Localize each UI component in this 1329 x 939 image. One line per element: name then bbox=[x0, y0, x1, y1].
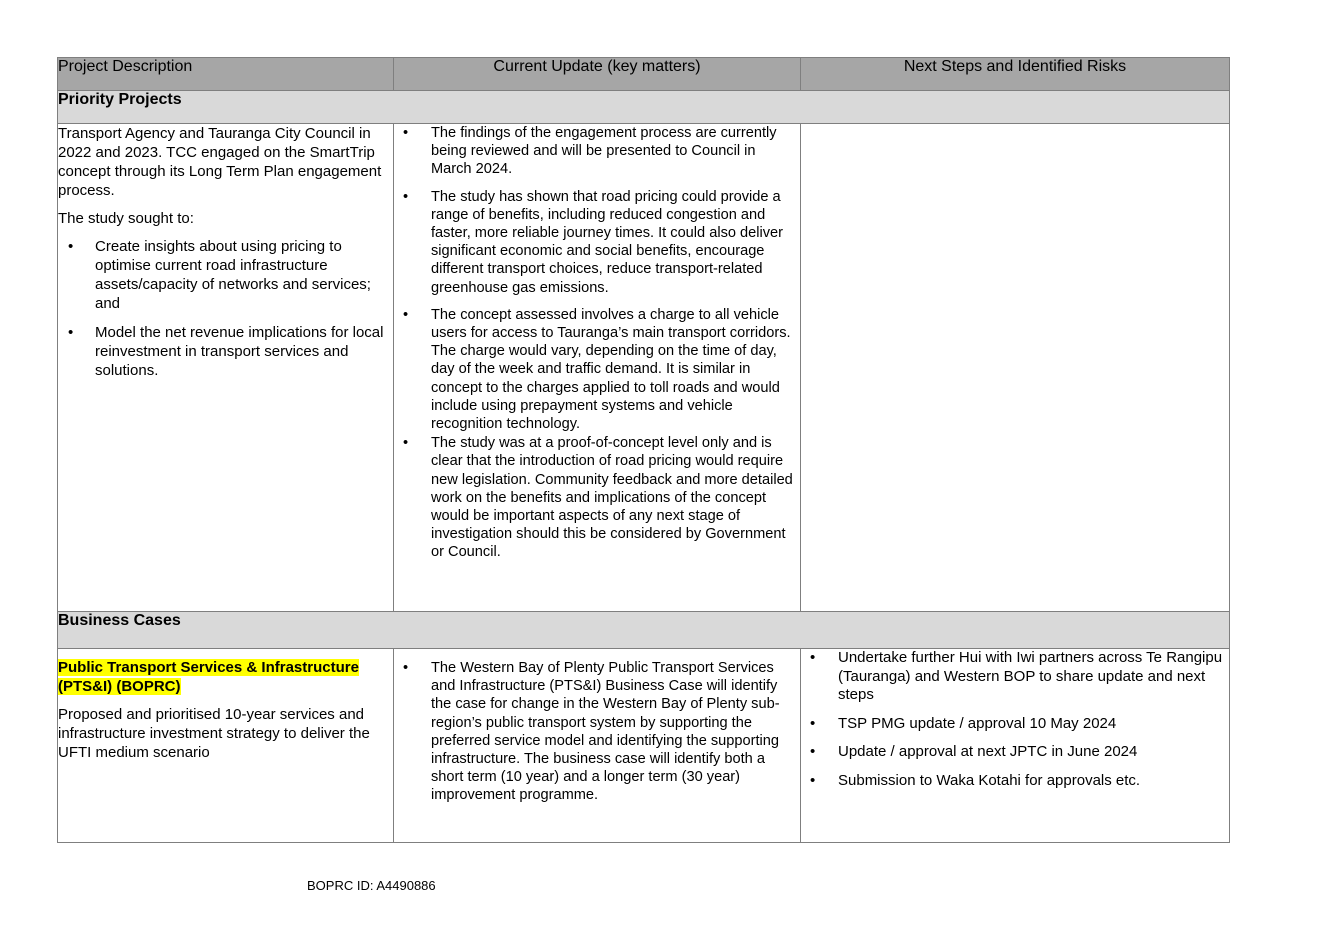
bullet-icon: • bbox=[810, 649, 816, 666]
header-project-description: Project Description bbox=[57, 57, 394, 91]
section-title: Business Cases bbox=[57, 611, 1230, 649]
table-row: Transport Agency and Tauranga City Counc… bbox=[57, 123, 1230, 612]
description-paragraph: The study sought to: bbox=[58, 210, 194, 227]
header-row: Project Description Current Update (key … bbox=[57, 57, 1230, 91]
list-item: • Undertake further Hui with Iwi partners… bbox=[801, 649, 1229, 705]
header-current-update: Current Update (key matters) bbox=[393, 57, 801, 91]
list-item: • Update / approval at next JPTC in June … bbox=[801, 743, 1229, 762]
list-item-text: Submission to Waka Kotahi for approvals … bbox=[838, 771, 1141, 789]
list-item-text: The study has shown that road pricing co… bbox=[431, 188, 784, 296]
document-id-footer: BOPRC ID: A4490886 bbox=[307, 878, 436, 893]
bullet-icon: • bbox=[810, 771, 816, 789]
highlighted-project-title: Public Transport Services & Infrastructu… bbox=[58, 659, 359, 695]
list-item: • The findings of the engagement process … bbox=[394, 124, 800, 179]
list-item: • The concept assessed involves a charge … bbox=[394, 306, 800, 433]
section-row-business-cases: Business Cases bbox=[57, 611, 1230, 649]
next-steps-cell bbox=[800, 123, 1230, 612]
next-steps-cell: • Undertake further Hui with Iwi partners… bbox=[800, 648, 1230, 843]
list-item-text: Update / approval at next JPTC in June 2… bbox=[838, 743, 1138, 760]
list-item-text: Model the net revenue implications for l… bbox=[95, 324, 384, 379]
section-row-priority-projects: Priority Projects bbox=[57, 90, 1230, 124]
list-item-text: The findings of the engagement process a… bbox=[431, 125, 777, 178]
list-item: • The study was at a proof-of-concept lev… bbox=[394, 434, 800, 561]
current-update-cell: • The Western Bay of Plenty Public Transp… bbox=[393, 648, 801, 843]
update-bullet-list: • The Western Bay of Plenty Public Transp… bbox=[394, 659, 800, 805]
section-title: Priority Projects bbox=[57, 90, 1230, 124]
bullet-icon: • bbox=[403, 125, 409, 141]
project-description-cell: Transport Agency and Tauranga City Counc… bbox=[57, 123, 394, 612]
risk-bullet-list: • Undertake further Hui with Iwi partners… bbox=[801, 649, 1229, 790]
bullet-icon: • bbox=[810, 743, 816, 760]
table-row: Public Transport Services & Infrastructu… bbox=[57, 648, 1230, 843]
bullet-icon: • bbox=[810, 714, 816, 732]
list-item-text: The study was at a proof-of-concept leve… bbox=[431, 435, 793, 561]
update-bullet-list: • The findings of the engagement process … bbox=[394, 124, 800, 562]
description-bullet-list: • Create insights about using pricing to … bbox=[58, 237, 393, 380]
bullet-icon: • bbox=[68, 238, 74, 255]
list-item: • Submission to Waka Kotahi for approvals… bbox=[801, 772, 1229, 791]
project-status-table: Project Description Current Update (key … bbox=[57, 57, 1230, 843]
bullet-icon: • bbox=[403, 435, 409, 452]
bullet-icon: • bbox=[68, 324, 74, 341]
list-item: • The Western Bay of Plenty Public Transp… bbox=[394, 659, 800, 805]
list-item-text: Undertake further Hui with Iwi partners … bbox=[838, 649, 1223, 703]
list-item-text: The Western Bay of Plenty Public Transpo… bbox=[431, 660, 780, 804]
description-paragraph: Transport Agency and Tauranga City Counc… bbox=[58, 125, 382, 199]
project-description-cell: Public Transport Services & Infrastructu… bbox=[57, 648, 394, 843]
bullet-icon: • bbox=[403, 660, 409, 676]
project-title: Public Transport Services & Infrastructu… bbox=[58, 658, 393, 696]
current-update-cell: • The findings of the engagement process … bbox=[393, 123, 801, 612]
bullet-icon: • bbox=[403, 188, 409, 205]
list-item: • Model the net revenue implications for … bbox=[58, 323, 393, 380]
list-item: • The study has shown that road pricing c… bbox=[394, 188, 800, 297]
list-item-text: Create insights about using pricing to o… bbox=[95, 238, 371, 312]
list-item: • Create insights about using pricing to … bbox=[58, 237, 393, 313]
list-item: • TSP PMG update / approval 10 May 2024 bbox=[801, 715, 1229, 734]
description-paragraph: Proposed and prioritised 10-year service… bbox=[58, 706, 370, 761]
list-item-text: TSP PMG update / approval 10 May 2024 bbox=[838, 714, 1117, 732]
header-next-steps: Next Steps and Identified Risks bbox=[800, 57, 1230, 91]
bullet-icon: • bbox=[403, 306, 409, 323]
list-item-text: The concept assessed involves a charge t… bbox=[431, 306, 791, 433]
